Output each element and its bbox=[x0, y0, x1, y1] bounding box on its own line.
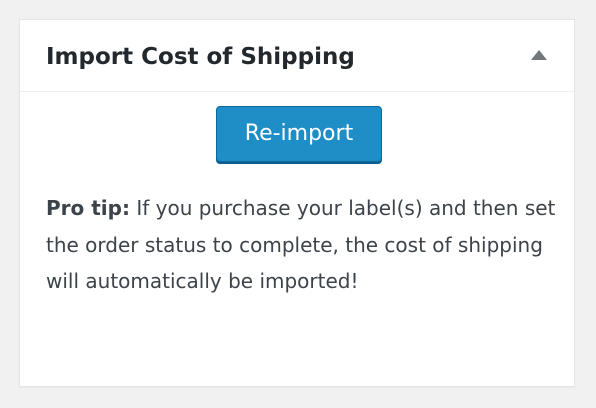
import-cost-of-shipping-panel: Import Cost of Shipping Re-import Pro ti… bbox=[19, 19, 575, 387]
panel-header[interactable]: Import Cost of Shipping bbox=[20, 20, 574, 92]
triangle-up-icon[interactable] bbox=[531, 50, 547, 60]
reimport-button[interactable]: Re-import bbox=[216, 106, 382, 162]
pro-tip-text: Pro tip: If you purchase your label(s) a… bbox=[46, 190, 556, 300]
panel-title: Import Cost of Shipping bbox=[46, 44, 355, 70]
pro-tip-label: Pro tip: bbox=[46, 196, 130, 220]
